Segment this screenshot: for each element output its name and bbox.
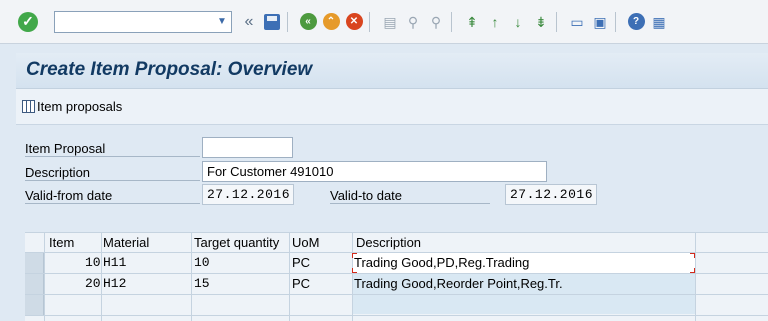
first-page-icon[interactable]: ⇞ [463, 13, 481, 31]
command-field[interactable]: ▼ [54, 10, 232, 33]
description-field[interactable]: For Customer 491010 [202, 161, 547, 182]
back-icon: « [299, 13, 317, 30]
toolbar-separator [615, 11, 616, 32]
create-session-icon[interactable]: ▭ [568, 13, 586, 31]
toolbar-separator [369, 11, 370, 32]
application-toolbar: Item proposals [16, 89, 768, 125]
help-icon: ? [627, 13, 645, 30]
focus-corner [352, 268, 357, 273]
focus-corner [690, 253, 695, 258]
cancel-button[interactable]: ✕ [345, 13, 363, 31]
page-title: Create Item Proposal: Overview [26, 59, 313, 80]
cell-material[interactable]: H11 [103, 255, 126, 270]
find-icon[interactable]: ⚲ [404, 13, 422, 31]
valid-from-label: Valid-from date [25, 188, 200, 204]
cell-item[interactable]: 20 [85, 276, 101, 291]
save-icon [264, 13, 280, 30]
column-header-item[interactable]: Item [49, 235, 74, 250]
table-row[interactable]: 20 H12 15 PC Trading Good,Reorder Point,… [25, 274, 768, 295]
column-header-target-quantity[interactable]: Target quantity [194, 235, 279, 250]
exit-icon: ⌃ [322, 13, 340, 30]
find-next-icon[interactable]: ⚲ [427, 13, 445, 31]
valid-from-field[interactable]: 27.12.2016 [202, 184, 294, 205]
table-header: Item Material Target quantity UoM Descri… [25, 233, 768, 253]
collapse-left-icon[interactable]: « [240, 13, 258, 31]
valid-to-label: Valid-to date [330, 188, 490, 204]
cell-target-quantity[interactable]: 15 [194, 276, 210, 291]
back-button[interactable]: « [299, 13, 317, 31]
content-panel: Item Proposal Description For Customer 4… [16, 125, 768, 321]
toolbar-separator [287, 11, 288, 32]
table-row[interactable] [25, 295, 768, 316]
column-header-description[interactable]: Description [356, 235, 421, 250]
row-selector[interactable] [25, 274, 44, 294]
description-label: Description [25, 165, 200, 181]
column-header-material[interactable]: Material [103, 235, 149, 250]
table-row[interactable]: 10 H11 10 PC Trading Good,PD,Reg.Trading [25, 253, 768, 274]
shortcut-icon[interactable]: ▣ [591, 13, 609, 31]
cell-uom[interactable]: PC [292, 276, 310, 291]
exit-button[interactable]: ⌃ [322, 13, 340, 31]
print-icon[interactable]: ▤ [381, 13, 399, 31]
cancel-icon: ✕ [345, 13, 363, 30]
cell-target-quantity[interactable]: 10 [194, 255, 210, 270]
item-proposal-label: Item Proposal [25, 141, 200, 157]
next-page-icon[interactable]: ↓ [509, 13, 527, 31]
cell-item[interactable]: 10 [85, 255, 101, 270]
previous-page-icon[interactable]: ↑ [486, 13, 504, 31]
toolbar-separator [556, 11, 557, 32]
customize-layout-icon[interactable]: ▦ [650, 13, 668, 31]
item-table: Item Material Target quantity UoM Descri… [25, 232, 768, 321]
cell-description[interactable]: Trading Good,PD,Reg.Trading [354, 255, 529, 270]
valid-to-field[interactable]: 27.12.2016 [505, 184, 597, 205]
cell-material[interactable]: H12 [103, 276, 126, 291]
save-button[interactable] [263, 13, 281, 31]
table-grid-icon [22, 100, 35, 113]
item-proposals-label: Item proposals [37, 99, 123, 114]
row-selector[interactable] [25, 295, 44, 315]
enter-check-icon[interactable]: ✓ [18, 11, 38, 32]
standard-toolbar: ✓ ▼ « « ⌃ ✕ ▤ ⚲ ⚲ ⇞ ↑ ↓ ⇟ ▭ ▣ ? ▦ [0, 0, 768, 44]
focus-corner [690, 268, 695, 273]
row-selector[interactable] [25, 253, 44, 273]
cell-uom[interactable]: PC [292, 255, 310, 270]
chevron-down-icon[interactable]: ▼ [213, 12, 231, 32]
toolbar-separator [451, 11, 452, 32]
item-proposal-field[interactable] [202, 137, 293, 158]
last-page-icon[interactable]: ⇟ [532, 13, 550, 31]
focus-corner [352, 253, 357, 258]
column-header-uom[interactable]: UoM [292, 235, 319, 250]
sap-window: ✓ ▼ « « ⌃ ✕ ▤ ⚲ ⚲ ⇞ ↑ ↓ ⇟ ▭ ▣ ? ▦ Create… [0, 0, 768, 321]
title-bar: Create Item Proposal: Overview [16, 53, 768, 89]
item-proposals-button[interactable]: Item proposals [22, 99, 122, 114]
cell-description[interactable]: Trading Good,Reorder Point,Reg.Tr. [354, 276, 563, 291]
help-button[interactable]: ? [627, 13, 645, 31]
